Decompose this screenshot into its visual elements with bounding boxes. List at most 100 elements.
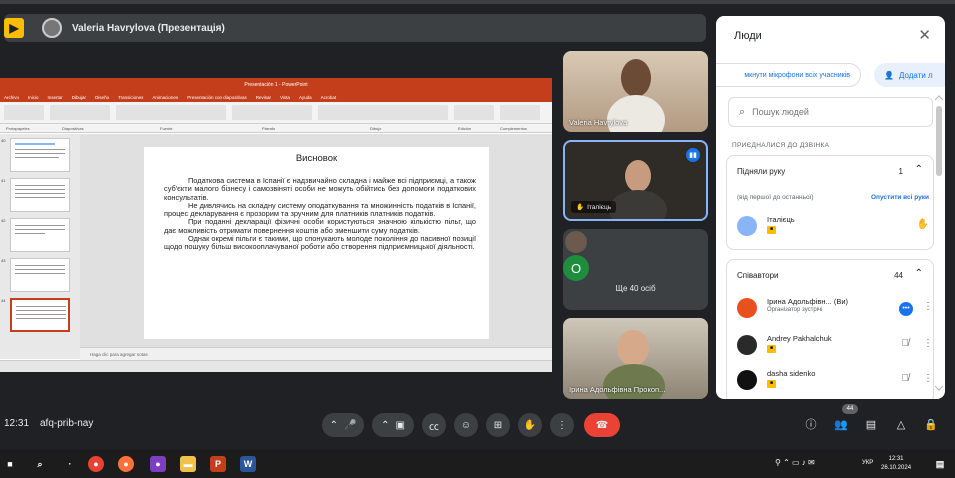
panel-scrollbar[interactable] — [933, 94, 945, 394]
windows-start-icon[interactable]: ■ — [2, 456, 18, 472]
presentation-bar: ▶ Valeria Havrylova (Презентація) — [4, 14, 706, 42]
presenter-avatar — [42, 18, 62, 38]
tray-clock[interactable]: 12:31 26.10.2024 — [881, 455, 911, 473]
keyboard-language[interactable]: УКР — [862, 460, 873, 466]
slide-thumbnail[interactable] — [10, 258, 70, 292]
ppt-window-title: Presentación 1 - PowerPoint — [0, 78, 552, 92]
participant-name: Ірина Адольфівн... (Ви) — [767, 297, 849, 306]
section-header: Співавтори — [737, 271, 779, 280]
participant-avatar-initial: O — [563, 255, 589, 281]
people-button[interactable]: 👥 — [830, 413, 852, 435]
end-call-icon: ☎ — [595, 419, 609, 431]
firefox-icon[interactable]: ● — [118, 456, 134, 472]
slide-thumbnail[interactable] — [10, 138, 70, 172]
present-screen-icon[interactable]: ▶ — [4, 18, 24, 38]
slide-body: Податкова система в Іспанії є надзвичайн… — [164, 176, 476, 252]
captions-button[interactable]: ㏄ — [422, 413, 446, 437]
group-label: Párrafo — [262, 126, 276, 131]
slide-thumbnail[interactable] — [10, 218, 70, 252]
more-options-icon[interactable]: ⋮ — [923, 301, 933, 312]
cohost-badge-icon: ■ — [767, 345, 776, 353]
chevron-up-icon[interactable]: ⌃ — [915, 164, 923, 175]
ppt-status-bar — [0, 360, 552, 372]
search-people-field[interactable]: ⌕ — [728, 97, 933, 127]
notifications-icon[interactable]: ▤ — [932, 456, 948, 472]
powerpoint-icon[interactable]: P — [210, 456, 226, 472]
ppt-ribbon — [0, 102, 552, 124]
more-vert-icon: ⋮ — [557, 419, 567, 431]
participant-tile-valeria[interactable]: Valeria Havrylova — [563, 51, 708, 132]
tray-icons[interactable]: ⚲ ⌃ ▭ ♪ ✉ — [775, 458, 815, 467]
mic-off-icon[interactable]: 🎙̸ — [902, 373, 910, 384]
group-label: Edición — [458, 126, 472, 131]
group-label: Complementos — [500, 126, 527, 131]
ppt-tab: Diseño — [95, 94, 110, 100]
scroll-thumb[interactable] — [936, 106, 942, 176]
task-view-icon[interactable]: · — [62, 456, 78, 472]
emoji-icon: ☺ — [460, 419, 472, 431]
ppt-tab: Archivo — [4, 94, 20, 100]
chat-icon: ▤ — [865, 418, 877, 431]
ppt-tab: Insertar — [47, 94, 63, 100]
list-item[interactable]: Ірина Адольфівн... (Ви) Організатор зуст… — [737, 296, 933, 324]
ppt-tab: Acrobat — [320, 94, 337, 100]
app-icon[interactable]: ● — [150, 456, 166, 472]
ppt-tab: Transiciones — [118, 94, 144, 100]
search-icon[interactable]: ⌕ — [32, 456, 48, 472]
more-options-button[interactable]: ⋮ — [550, 413, 574, 437]
participant-name: Andrey Pakhalchuk — [767, 334, 832, 343]
word-icon[interactable]: W — [240, 456, 256, 472]
hand-icon: ✋ — [523, 419, 537, 431]
leave-call-button[interactable]: ☎ — [584, 413, 620, 437]
lower-all-hands-button[interactable]: Опустити всі руки — [871, 194, 929, 201]
ribbon-slides — [50, 105, 110, 120]
participant-video — [625, 160, 651, 192]
raise-hand-button[interactable]: ✋ — [518, 413, 542, 437]
presenter-title: Valeria Havrylova (Презентація) — [72, 22, 225, 34]
ribbon-font — [116, 105, 226, 120]
participant-name: Італієць — [767, 215, 795, 224]
scroll-up-icon[interactable] — [934, 95, 944, 101]
participant-body — [609, 190, 667, 219]
participant-tile-iryna[interactable]: Ірина Адольфівна Прокоп... — [563, 318, 708, 399]
mute-all-button[interactable]: мкнути мікрофони всіх учасників — [716, 63, 861, 87]
captions-icon: ㏄ — [429, 421, 439, 433]
reactions-button[interactable]: ☺ — [454, 413, 478, 437]
slide: Висновок Податкова система в Іспанії є н… — [144, 147, 489, 339]
participant-tile-italiets[interactable]: ▮▮ ✋ Італієць — [563, 140, 708, 221]
thumb-number: 42 — [1, 218, 6, 223]
ribbon-paragraph — [232, 105, 312, 120]
list-item[interactable]: dasha sidenko ■ 🎙̸ ⋮ — [737, 368, 933, 396]
tray-date: 26.10.2024 — [881, 465, 912, 471]
info-button[interactable]: ⓘ — [800, 413, 822, 435]
file-explorer-icon[interactable]: ▬ — [180, 456, 196, 472]
present-button[interactable]: ⊞ — [486, 413, 510, 437]
close-icon[interactable]: ✕ — [918, 26, 931, 44]
list-item[interactable]: Andrey Pakhalchuk ■ 🎙̸ ⋮ — [737, 333, 933, 361]
list-item[interactable]: Італієць ■ ✋ — [737, 214, 933, 242]
chevron-up-icon[interactable]: ⌃ — [330, 420, 338, 431]
chevron-up-icon[interactable]: ⌃ — [381, 420, 389, 431]
add-people-button[interactable]: 👤 Додати л — [874, 63, 945, 87]
camera-button[interactable]: ⌃ ▣ — [372, 413, 414, 437]
slide-thumbnail[interactable] — [10, 178, 70, 212]
chrome-icon[interactable]: ● — [88, 456, 104, 472]
search-input[interactable] — [752, 107, 903, 117]
mic-button[interactable]: ⌃ 🎤 — [322, 413, 364, 437]
section-header: Підняли руку — [737, 167, 786, 176]
chevron-up-icon[interactable]: ⌃ — [915, 268, 923, 279]
scroll-down-icon[interactable] — [934, 385, 944, 391]
raised-hand-icon[interactable]: ✋ — [917, 219, 929, 230]
activities-button[interactable]: △ — [890, 413, 912, 435]
more-dots-icon[interactable]: ••• — [899, 302, 913, 316]
more-options-icon[interactable]: ⋮ — [923, 338, 933, 349]
mic-off-icon[interactable]: 🎙̸ — [902, 338, 910, 349]
more-options-icon[interactable]: ⋮ — [923, 373, 933, 384]
notes-pane[interactable]: Haga clic para agregar notas — [80, 347, 552, 360]
slide-paragraph: При поданні декларації фізичні особи кор… — [164, 217, 476, 235]
ppt-tab: Vista — [280, 94, 290, 100]
chat-button[interactable]: ▤ — [860, 413, 882, 435]
host-controls-button[interactable]: 🔒 — [920, 413, 942, 435]
slide-thumbnail-active[interactable] — [10, 298, 70, 332]
participant-tile-others[interactable]: O Ще 40 осіб — [563, 229, 708, 310]
